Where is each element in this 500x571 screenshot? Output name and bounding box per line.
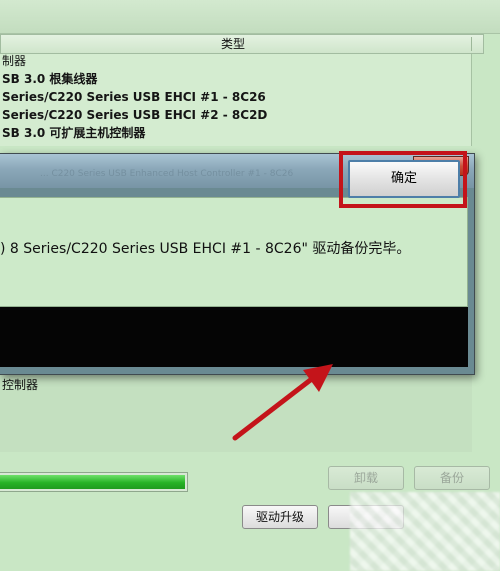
device-row[interactable]: SB 3.0 可扩展主机控制器 (0, 124, 471, 142)
dialog-title: ... C220 Series USB Enhanced Host Contro… (40, 169, 294, 179)
column-separator (471, 37, 472, 51)
message-panel: ) 8 Series/C220 Series USB EHCI #1 - 8C2… (0, 197, 468, 307)
device-list: 制器 SB 3.0 根集线器 Series/C220 Series USB EH… (0, 54, 472, 146)
device-row[interactable]: Series/C220 Series USB EHCI #2 - 8C2D (0, 106, 471, 124)
backup-progress-bar (0, 472, 188, 492)
dialog-message: ) 8 Series/C220 Series USB EHCI #1 - 8C2… (0, 241, 411, 257)
device-row[interactable]: Series/C220 Series USB EHCI #1 - 8C26 (0, 88, 471, 106)
annotation-arrow-icon (232, 364, 333, 441)
driver-upgrade-button[interactable]: 驱动升级 (242, 505, 318, 529)
button-panel (0, 307, 468, 367)
device-row[interactable]: SB 3.0 根集线器 (0, 70, 471, 88)
watermark-blur (350, 492, 500, 571)
list-header: 类型 (0, 34, 484, 54)
top-band (0, 0, 500, 34)
ok-button[interactable]: 确定 (348, 160, 460, 198)
progress-fill (0, 475, 185, 489)
device-group-label[interactable]: 制器 (0, 54, 471, 70)
backup-button[interactable]: 备份 (414, 466, 490, 490)
column-type-header[interactable]: 类型 (221, 35, 245, 53)
uninstall-button[interactable]: 卸载 (328, 466, 404, 490)
